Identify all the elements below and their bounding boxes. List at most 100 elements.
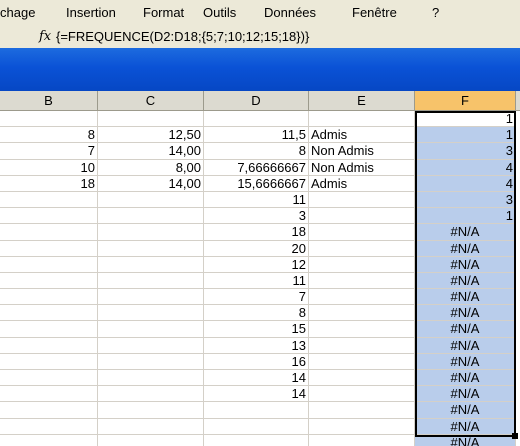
cell-f[interactable]: #N/A (415, 240, 516, 257)
cell-c[interactable] (98, 208, 204, 225)
cell-f[interactable]: 1 (415, 111, 516, 128)
cell-b[interactable] (0, 337, 98, 354)
cell-d[interactable]: 13 (204, 337, 309, 354)
cell-c[interactable] (98, 321, 204, 338)
cell-e[interactable] (309, 434, 415, 446)
column-header-d[interactable]: D (204, 91, 309, 110)
cell-b[interactable] (0, 111, 98, 128)
cell-b[interactable]: 7 (0, 143, 98, 160)
cell-c[interactable] (98, 353, 204, 370)
cell-f[interactable]: #N/A (415, 434, 516, 446)
cell-d[interactable] (204, 418, 309, 435)
cell-b[interactable] (0, 272, 98, 290)
cell-f[interactable]: #N/A (415, 272, 516, 290)
cell-c[interactable] (98, 337, 204, 354)
cell-f[interactable]: 3 (415, 191, 516, 209)
fx-icon[interactable]: fx (39, 29, 51, 44)
cell-e[interactable] (309, 418, 415, 435)
cell-e[interactable] (309, 111, 415, 128)
cell-d[interactable]: 16 (204, 353, 309, 370)
cell-e[interactable] (309, 337, 415, 354)
cell-e[interactable] (309, 191, 415, 209)
cell-f[interactable]: #N/A (415, 386, 516, 403)
cell-e[interactable] (309, 224, 415, 241)
menu-format[interactable]: Format (143, 5, 184, 20)
cell-b[interactable] (0, 240, 98, 257)
cell-b[interactable]: 10 (0, 159, 98, 176)
cell-c[interactable] (98, 240, 204, 257)
cell-d[interactable]: 14 (204, 370, 309, 387)
menu-affichage[interactable]: chage (0, 5, 35, 20)
cell-b[interactable] (0, 256, 98, 273)
cell-c[interactable] (98, 305, 204, 322)
formula-input[interactable]: {=FREQUENCE(D2:D18;{5;7;10;12;15;18})} (56, 29, 309, 44)
cell-e[interactable] (309, 240, 415, 257)
cell-c[interactable] (98, 289, 204, 306)
cell-e[interactable] (309, 386, 415, 403)
cell-c[interactable] (98, 256, 204, 273)
cell-f[interactable]: #N/A (415, 337, 516, 354)
cell-e[interactable]: Non Admis (309, 159, 415, 176)
menu-outils[interactable]: Outils (203, 5, 236, 20)
cell-b[interactable]: 18 (0, 175, 98, 192)
menu-insertion[interactable]: Insertion (66, 5, 116, 20)
cell-b[interactable] (0, 191, 98, 209)
cell-e[interactable] (309, 289, 415, 306)
cell-e[interactable] (309, 321, 415, 338)
cell-c[interactable] (98, 370, 204, 387)
menu-donnees[interactable]: Données (264, 5, 316, 20)
cell-d[interactable]: 8 (204, 143, 309, 160)
cell-d[interactable] (204, 402, 309, 419)
cell-d[interactable] (204, 434, 309, 446)
column-header-f[interactable]: F (415, 91, 516, 110)
cell-b[interactable] (0, 289, 98, 306)
cell-b[interactable] (0, 353, 98, 370)
cell-d[interactable]: 15,6666667 (204, 175, 309, 192)
cell-e[interactable] (309, 272, 415, 290)
cell-b[interactable] (0, 305, 98, 322)
cell-c[interactable]: 8,00 (98, 159, 204, 176)
cell-b[interactable]: 8 (0, 127, 98, 144)
cell-d[interactable]: 20 (204, 240, 309, 257)
cell-e[interactable] (309, 208, 415, 225)
cell-c[interactable] (98, 386, 204, 403)
cell-e[interactable] (309, 305, 415, 322)
cell-d[interactable]: 15 (204, 321, 309, 338)
cell-b[interactable] (0, 402, 98, 419)
cell-b[interactable] (0, 386, 98, 403)
cell-d[interactable]: 8 (204, 305, 309, 322)
cell-f[interactable]: 4 (415, 175, 516, 192)
cell-e[interactable]: Non Admis (309, 143, 415, 160)
cell-e[interactable] (309, 353, 415, 370)
cell-d[interactable] (204, 111, 309, 128)
cell-f[interactable]: #N/A (415, 305, 516, 322)
fill-handle[interactable] (512, 433, 518, 439)
cell-d[interactable]: 11 (204, 191, 309, 209)
column-header-c[interactable]: C (98, 91, 204, 110)
cell-b[interactable] (0, 418, 98, 435)
cell-d[interactable]: 11 (204, 272, 309, 290)
cell-c[interactable]: 14,00 (98, 175, 204, 192)
cell-b[interactable] (0, 224, 98, 241)
cell-c[interactable]: 12,50 (98, 127, 204, 144)
cell-c[interactable] (98, 402, 204, 419)
cell-e[interactable] (309, 256, 415, 273)
menu-help[interactable]: ? (432, 5, 439, 20)
cell-f[interactable]: #N/A (415, 224, 516, 241)
column-header-e[interactable]: E (309, 91, 415, 110)
cell-f[interactable]: 1 (415, 208, 516, 225)
cell-f[interactable]: #N/A (415, 402, 516, 419)
cell-d[interactable]: 3 (204, 208, 309, 225)
cell-f[interactable]: #N/A (415, 418, 516, 435)
cell-f[interactable]: #N/A (415, 321, 516, 338)
cell-f[interactable]: 3 (415, 143, 516, 160)
column-header-b[interactable]: B (0, 91, 98, 110)
cell-f[interactable]: #N/A (415, 256, 516, 273)
cell-c[interactable] (98, 434, 204, 446)
cell-f[interactable]: 1 (415, 127, 516, 144)
cell-d[interactable]: 12 (204, 256, 309, 273)
cell-b[interactable] (0, 208, 98, 225)
cell-c[interactable] (98, 111, 204, 128)
cell-b[interactable] (0, 434, 98, 446)
cell-c[interactable] (98, 191, 204, 209)
